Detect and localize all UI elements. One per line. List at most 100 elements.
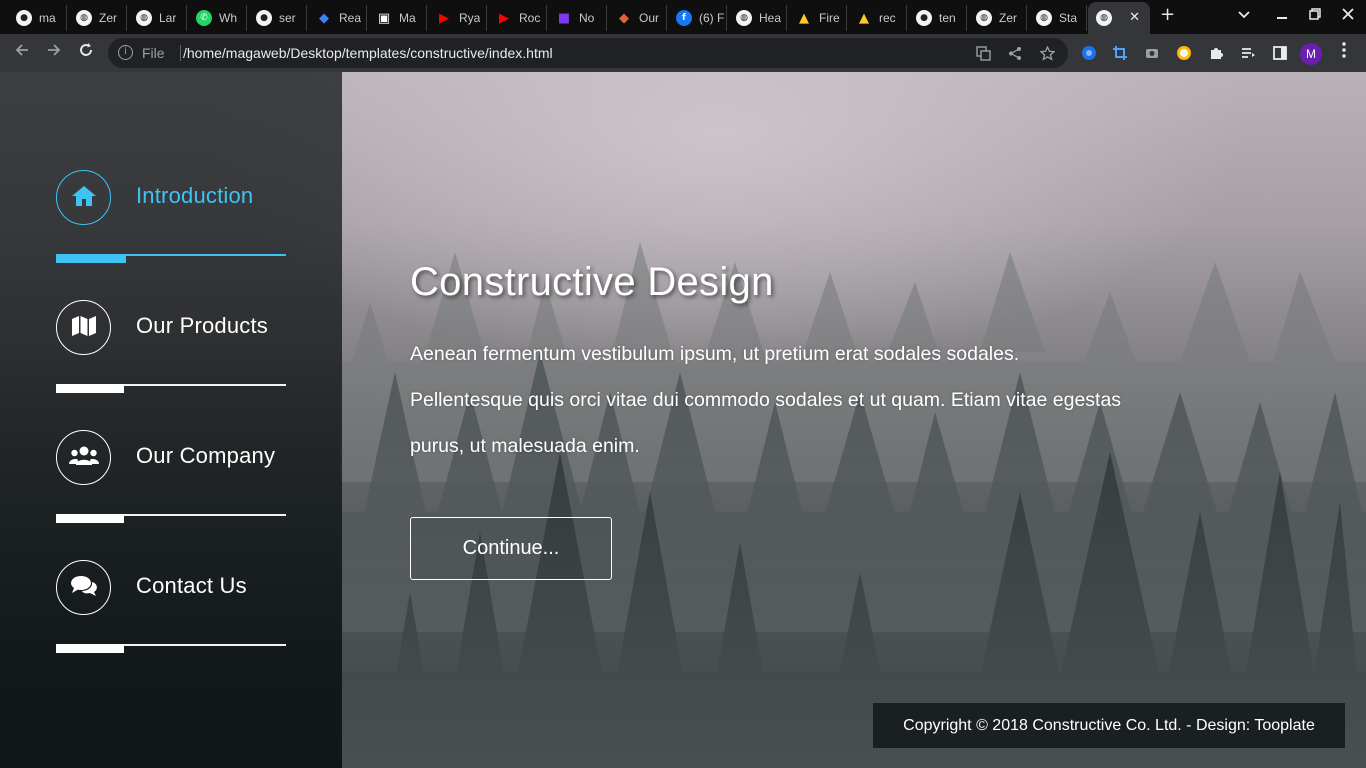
website-page: Introduction Our Products Our Company Co… <box>0 72 1366 768</box>
hero-title: Constructive Design <box>410 260 774 304</box>
nav-label-our-products: Our Products <box>136 313 269 338</box>
new-tab-button[interactable]: + <box>1160 4 1175 25</box>
site-info-icon[interactable]: i <box>118 45 133 60</box>
diamond-icon: ◆ <box>619 10 629 26</box>
tab-title: ma <box>39 11 56 25</box>
nav-icon-circle <box>56 560 111 615</box>
bookmark-star-icon[interactable] <box>1039 45 1056 65</box>
tab-title: Zer <box>999 11 1017 25</box>
extension-google-icon[interactable] <box>1175 44 1193 62</box>
continue-button[interactable]: Continue... <box>410 517 612 580</box>
tab-title: Zer <box>99 11 117 25</box>
browser-tab[interactable]: ◆ Our <box>608 5 667 31</box>
nav-item-our-products[interactable]: Our Products <box>56 300 286 400</box>
browser-menu-icon[interactable] <box>1342 42 1346 58</box>
firebase-icon: ▲ <box>859 10 869 26</box>
tab-title: Roc <box>519 11 541 25</box>
forward-icon[interactable] <box>43 42 65 64</box>
tab-search-chevron-icon[interactable] <box>1238 8 1250 24</box>
react-icon: ◆ <box>319 10 329 26</box>
side-panel-icon[interactable] <box>1271 44 1289 62</box>
browser-tab[interactable]: f (6) F <box>668 5 727 31</box>
nav-indicator-bar <box>56 514 124 523</box>
browser-tab[interactable]: ● ma <box>8 5 67 31</box>
translate-icon[interactable] <box>976 46 991 65</box>
nav-icon-circle <box>56 430 111 485</box>
browser-tab[interactable]: ◆ Rea <box>308 5 367 31</box>
nav-icon-circle <box>56 170 111 225</box>
browser-tab[interactable]: ▲ rec <box>848 5 907 31</box>
square-icon: ■ <box>557 10 571 26</box>
youtube-icon: ▶ <box>439 10 449 26</box>
tab-title: Rya <box>459 11 481 25</box>
extension-camera-icon[interactable] <box>1143 44 1161 62</box>
tab-title: Wh <box>219 11 237 25</box>
browser-tab[interactable]: ▶ Rya <box>428 5 487 31</box>
restore-icon[interactable] <box>1309 8 1321 24</box>
hero-section: Constructive Design Aenean fermentum ves… <box>410 260 1130 469</box>
browser-tab[interactable]: ▲ Fire <box>788 5 847 31</box>
youtube-icon: ▶ <box>499 10 509 26</box>
globe-icon: ◍ <box>1096 10 1112 26</box>
browser-tab[interactable]: ● ser <box>248 5 307 31</box>
tab-title: Sta <box>1059 11 1078 25</box>
globe-icon: ◍ <box>736 10 752 26</box>
browser-tab[interactable]: ▶ Roc <box>488 5 547 31</box>
tab-title: Lar <box>159 11 177 25</box>
nav-icon-circle <box>56 300 111 355</box>
map-icon <box>71 315 97 341</box>
nav-indicator-bar <box>56 254 126 263</box>
github-icon: ● <box>256 10 272 26</box>
nav-item-introduction[interactable]: Introduction <box>56 170 286 270</box>
globe-icon: ◍ <box>1036 10 1052 26</box>
nav-label-contact-us: Contact Us <box>136 573 247 598</box>
whatsapp-icon: ✆ <box>196 10 212 26</box>
share-icon[interactable] <box>1008 46 1023 65</box>
extensions-puzzle-icon[interactable] <box>1207 44 1225 62</box>
sidebar-nav: Introduction Our Products Our Company Co… <box>0 72 342 768</box>
browser-tab[interactable]: ◍ Sta <box>1028 5 1087 31</box>
browser-toolbar: i File /home/magaweb/Desktop/templates/c… <box>0 34 1366 72</box>
nav-item-contact-us[interactable]: Contact Us <box>56 560 286 660</box>
nav-label-our-company: Our Company <box>136 443 276 468</box>
globe-icon: ◍ <box>76 10 92 26</box>
browser-tab[interactable]: ◍ Lar <box>128 5 187 31</box>
tab-title: Hea <box>759 11 782 25</box>
home-icon <box>71 185 97 211</box>
tab-title: Rea <box>339 11 362 25</box>
close-tab-icon[interactable]: ✕ <box>1129 10 1140 25</box>
github-icon: ● <box>916 10 932 26</box>
nav-item-our-company[interactable]: Our Company <box>56 430 286 530</box>
users-icon <box>68 446 99 470</box>
media-queue-icon[interactable] <box>1239 44 1257 62</box>
reload-icon[interactable] <box>75 42 97 64</box>
minimize-icon[interactable] <box>1276 8 1288 24</box>
scheme-label: File <box>142 45 165 61</box>
hero-paragraph: Aenean fermentum vestibulum ipsum, ut pr… <box>410 343 1122 457</box>
extension-crop-icon[interactable] <box>1111 44 1129 62</box>
nav-indicator-bar <box>56 384 124 393</box>
address-bar[interactable]: i File /home/magaweb/Desktop/templates/c… <box>108 38 1068 68</box>
browser-tab[interactable]: ✆ Wh <box>188 5 247 31</box>
github-icon: ● <box>16 10 32 26</box>
address-separator <box>180 45 181 61</box>
nav-label-introduction: Introduction <box>136 183 254 208</box>
comments-icon <box>70 575 98 601</box>
browser-tab[interactable]: ▣ Ma <box>368 5 427 31</box>
browser-tab[interactable]: ◍ Zer <box>68 5 127 31</box>
profile-avatar[interactable]: M <box>1300 43 1322 65</box>
tab-title: ser <box>279 11 296 25</box>
url-text[interactable]: /home/magaweb/Desktop/templates/construc… <box>183 45 553 61</box>
browser-tab[interactable]: ◍ ✕ <box>1088 2 1150 34</box>
globe-icon: ◍ <box>136 10 152 26</box>
browser-tab[interactable]: ◍ Zer <box>968 5 1027 31</box>
globe-icon: ◍ <box>976 10 992 26</box>
window-close-icon[interactable] <box>1342 8 1354 24</box>
browser-tab[interactable]: ● ten <box>908 5 967 31</box>
extension-edge-icon[interactable] <box>1080 44 1098 62</box>
browser-tab[interactable]: ◍ Hea <box>728 5 787 31</box>
material-icon: ▣ <box>377 10 391 26</box>
tab-title: ten <box>939 11 956 25</box>
back-icon[interactable] <box>11 42 33 64</box>
browser-tab[interactable]: ■ No <box>548 5 607 31</box>
